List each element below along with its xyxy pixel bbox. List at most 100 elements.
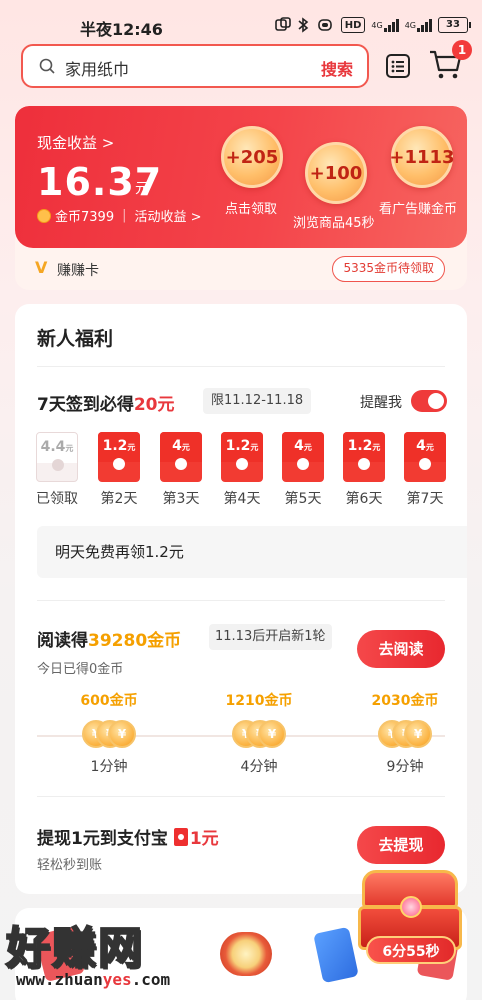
- milestone-time: 9分钟: [386, 759, 424, 775]
- red-envelope-icon: 1.2元: [343, 432, 385, 482]
- milestone-coins: 600金币: [80, 693, 138, 709]
- milestone-coins: 1210金币: [225, 693, 293, 709]
- heart-gem-icon: [400, 896, 422, 918]
- day-label: 第4天: [223, 491, 261, 507]
- signin-title-prefix: 7天签到必得: [37, 395, 134, 415]
- day-value: 1.2: [225, 438, 251, 454]
- red-envelope-icon: 4元: [160, 432, 202, 482]
- search-input[interactable]: 家用纸巾: [65, 56, 129, 80]
- remind-label: 提醒我: [360, 395, 402, 411]
- go-withdraw-button[interactable]: 去提现: [357, 826, 445, 864]
- bonus-bubble-ad-label: 看广告赚金币: [379, 202, 458, 217]
- coin-stack-icon: ¥¥¥: [232, 718, 286, 748]
- signin-title: 7天签到必得20元: [37, 390, 175, 415]
- chest-timer: 6分55秒: [366, 936, 456, 964]
- watermark-logo: 好赚网: [5, 922, 144, 975]
- reading-title: 阅读得39280金币: [37, 626, 181, 651]
- reading-milestone-1: 600金币 ¥¥¥ 1分钟: [69, 690, 149, 776]
- coin-stack-icon: ¥¥¥: [378, 718, 432, 748]
- watermark-url-suffix: .com: [131, 970, 171, 989]
- red-packet-icon: [173, 828, 188, 846]
- day-unit: 元: [372, 443, 381, 452]
- tomorrow-tip: 明天免费再领1.2元: [37, 526, 467, 578]
- food-icon[interactable]: [220, 932, 272, 976]
- day-label: 第5天: [284, 491, 322, 507]
- day-unit: 元: [303, 443, 312, 452]
- search-bar[interactable]: 家用纸巾 搜索: [21, 44, 369, 88]
- separator: |: [122, 208, 127, 223]
- milestone-time: 4分钟: [240, 759, 278, 775]
- day-label: 第7天: [406, 491, 444, 507]
- divider: [37, 796, 445, 797]
- remind-toggle[interactable]: [411, 390, 447, 412]
- coin-symbol: ¥: [108, 720, 136, 748]
- signin-date-range: 限11.12-11.18: [203, 388, 312, 414]
- earn-card-bar[interactable]: V 赚赚卡 5335金币待领取: [15, 248, 467, 290]
- divider: [37, 600, 445, 601]
- day-value: 4.4: [40, 439, 66, 455]
- signal-icon: 4G: [371, 16, 399, 34]
- red-envelope-icon: 1.2元: [98, 432, 140, 482]
- red-envelope-icon: 4元: [404, 432, 446, 482]
- list-icon[interactable]: [384, 52, 412, 80]
- signin-day-4[interactable]: 1.2元 第4天: [220, 432, 264, 508]
- day-label: 已领取: [36, 491, 78, 507]
- cash-sub-row: 金币7399 | 活动收益 >: [37, 206, 202, 225]
- cart-badge: 1: [452, 40, 472, 60]
- reading-milestone-3: 2030金币 ¥¥¥ 9分钟: [365, 690, 445, 776]
- section-title: 新人福利: [37, 328, 114, 350]
- day-value: 4: [172, 438, 182, 454]
- signin-day-2[interactable]: 1.2元 第2天: [97, 432, 141, 508]
- day-label: 第2天: [100, 491, 138, 507]
- withdraw-title-text: 提现1元到支付宝: [37, 829, 168, 849]
- activity-earnings-link[interactable]: 活动收益 >: [134, 206, 201, 225]
- pending-coins-pill[interactable]: 5335金币待领取: [332, 256, 445, 282]
- signin-day-5[interactable]: 4元 第5天: [281, 432, 325, 508]
- day-unit: 元: [250, 443, 259, 452]
- bonus-bubble-browse-label: 浏览商品45秒: [293, 216, 375, 231]
- reading-subtitle: 今日已得0金币: [37, 662, 124, 677]
- day-unit: 元: [181, 443, 190, 452]
- red-envelope-icon: 4.4元: [36, 432, 78, 482]
- treasure-chest-button[interactable]: 6分55秒: [356, 866, 464, 976]
- coins-balance[interactable]: 金币7399: [55, 206, 114, 225]
- reading-round-tag: 11.13后开启新1轮: [209, 624, 332, 650]
- day-label: 第6天: [345, 491, 383, 507]
- withdraw-subtitle: 轻松秒到账: [37, 858, 103, 873]
- cash-unit: 元: [135, 181, 149, 197]
- coin-symbol: ¥: [258, 720, 286, 748]
- search-button[interactable]: 搜索: [321, 56, 353, 80]
- bluetooth-icon: [297, 16, 309, 34]
- signin-day-1[interactable]: 4.4元 已领取: [35, 432, 79, 508]
- earn-card-label: 赚赚卡: [57, 263, 99, 279]
- search-icon: [39, 58, 55, 74]
- watermark-url-prefix: www.zhuan: [16, 970, 103, 989]
- watermark-url-highlight: yes: [102, 970, 132, 989]
- day-value: 1.2: [102, 438, 128, 454]
- red-envelope-icon: 1.2元: [221, 432, 263, 482]
- cash-earnings-panel: 现金收益 > 16.37 元 金币7399 | 活动收益 > +205 点击领取…: [15, 106, 467, 248]
- hd-icon: HD: [340, 17, 366, 33]
- battery-icon: 33: [438, 17, 471, 33]
- coin-stack-icon: ¥¥¥: [82, 718, 136, 748]
- bonus-bubble-browse[interactable]: +100: [305, 142, 367, 204]
- milestone-coins: 2030金币: [371, 693, 439, 709]
- bonus-bubble-click[interactable]: +205: [221, 126, 283, 188]
- cash-earnings-card: 现金收益 > 16.37 元 金币7399 | 活动收益 > +205 点击领取…: [15, 106, 467, 290]
- signin-day-7[interactable]: 4元 第7天: [403, 432, 447, 508]
- bonus-bubble-ad[interactable]: +1113: [389, 126, 455, 188]
- go-read-button[interactable]: 去阅读: [357, 630, 445, 668]
- cash-earnings-label[interactable]: 现金收益 >: [37, 132, 114, 153]
- reading-title-coins: 39280金币: [88, 631, 182, 651]
- day-value: 1.2: [347, 438, 373, 454]
- signal-label: 4G: [371, 20, 383, 30]
- withdraw-amount: 1元: [189, 829, 219, 849]
- signin-title-amount: 20元: [133, 395, 175, 415]
- reading-title-prefix: 阅读得: [37, 631, 88, 651]
- signal-label-2: 4G: [404, 20, 416, 30]
- signin-day-6[interactable]: 1.2元 第6天: [342, 432, 386, 508]
- signin-day-3[interactable]: 4元 第3天: [159, 432, 203, 508]
- screen-record-icon: [274, 16, 291, 34]
- day-value: 4: [416, 438, 426, 454]
- day-unit: 元: [65, 444, 74, 453]
